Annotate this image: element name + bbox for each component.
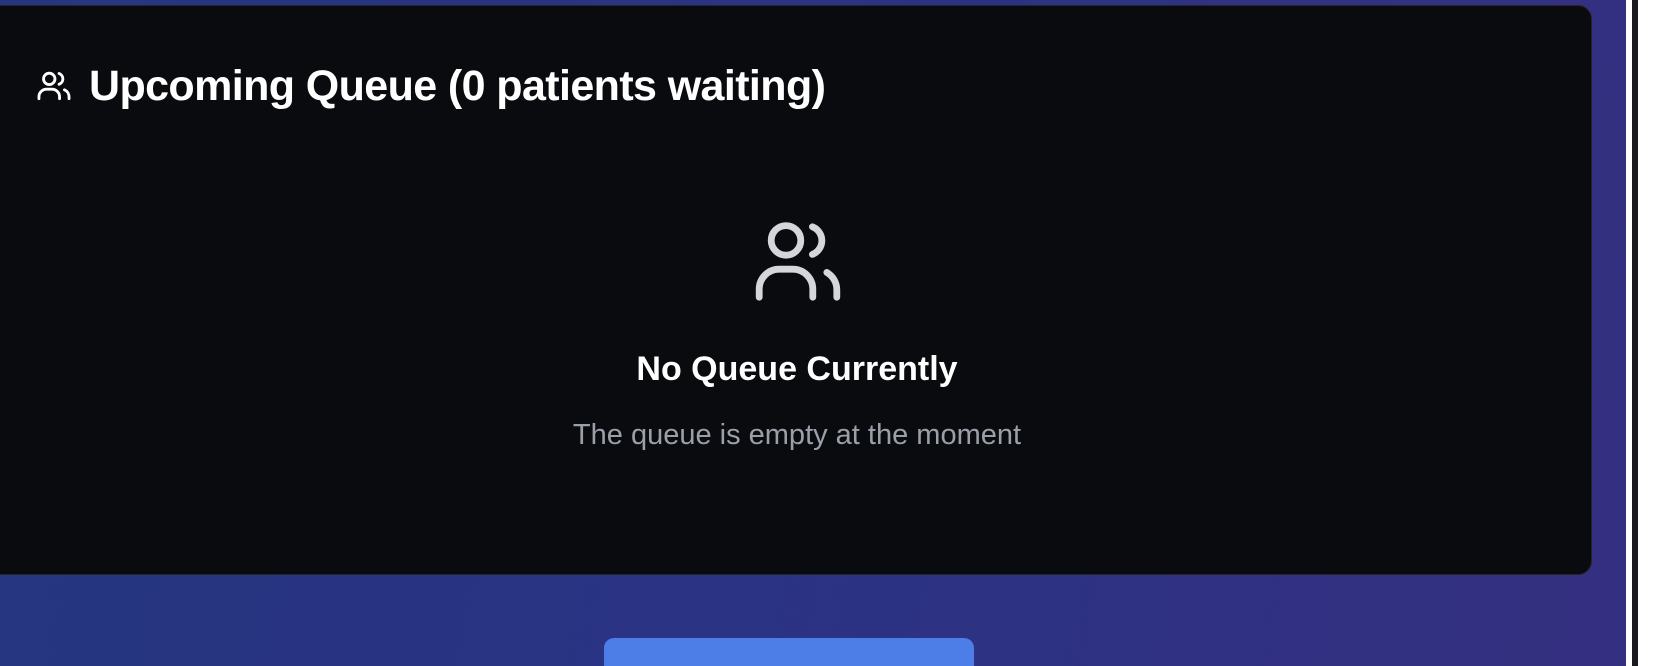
card-header: Upcoming Queue (0 patients waiting)	[35, 58, 826, 114]
users-icon	[35, 67, 73, 105]
queue-title: Upcoming Queue (0 patients waiting)	[89, 61, 826, 110]
empty-state-title: No Queue Currently	[636, 350, 958, 388]
upcoming-queue-card: Upcoming Queue (0 patients waiting) No Q…	[0, 5, 1592, 575]
empty-state-subtitle: The queue is empty at the moment	[572, 419, 1022, 451]
window-edge	[1626, 0, 1654, 666]
primary-action-button[interactable]	[604, 638, 974, 666]
users-icon	[750, 218, 846, 310]
empty-queue-state: No Queue Currently The queue is empty at…	[0, 218, 1593, 452]
